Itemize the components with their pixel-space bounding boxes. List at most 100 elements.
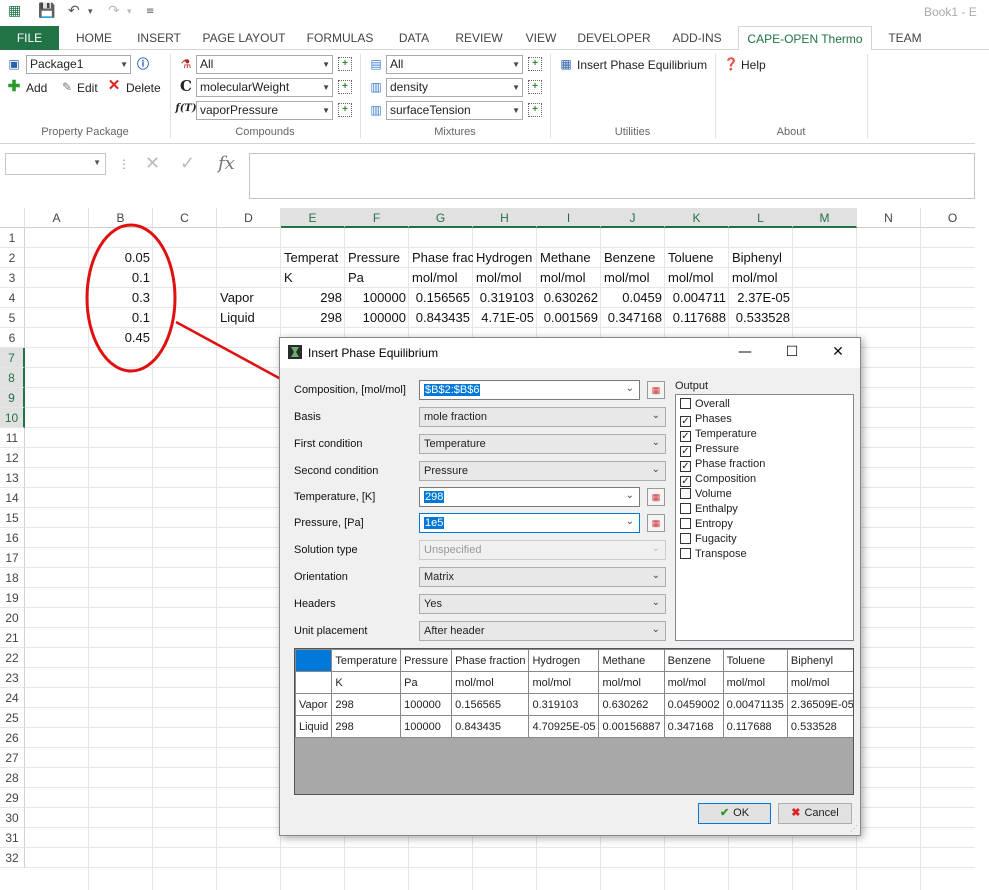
tab-team[interactable]: TEAM <box>878 26 932 50</box>
column-header[interactable]: J <box>601 208 665 228</box>
output-option[interactable]: Overall <box>680 397 730 412</box>
row-header[interactable]: 18 <box>0 568 25 588</box>
row-header[interactable]: 29 <box>0 788 25 808</box>
output-option[interactable]: Entropy <box>680 517 733 532</box>
mixture-filter-select[interactable]: All ▼ <box>386 55 523 74</box>
tab-page-layout[interactable]: PAGE LAYOUT <box>196 26 292 50</box>
cell-l5[interactable]: 0.533528 <box>729 308 793 328</box>
column-header[interactable]: H <box>473 208 537 228</box>
ok-button[interactable]: ✔ OK <box>698 803 771 824</box>
row-header[interactable]: 17 <box>0 548 25 568</box>
output-option[interactable]: ✓ Temperature <box>680 427 757 442</box>
column-header[interactable]: F <box>345 208 409 228</box>
cell-i4[interactable]: 0.630262 <box>537 288 601 308</box>
row-header[interactable]: 12 <box>0 448 25 468</box>
column-header[interactable]: O <box>921 208 975 228</box>
redo-dropdown-icon[interactable]: ▾ <box>127 7 132 17</box>
maximize-icon[interactable]: ☐ <box>782 342 802 362</box>
cell-j3[interactable]: mol/mol <box>601 268 665 288</box>
row-header[interactable]: 13 <box>0 468 25 488</box>
row-header[interactable]: 24 <box>0 688 25 708</box>
row-header[interactable]: 27 <box>0 748 25 768</box>
row-header[interactable]: 14 <box>0 488 25 508</box>
checkbox-unchecked-icon[interactable] <box>680 503 691 514</box>
name-box[interactable]: ▼ <box>5 153 106 175</box>
range-picker-icon[interactable]: ▦ <box>647 381 665 399</box>
tab-developer[interactable]: DEVELOPER <box>572 26 656 50</box>
column-header[interactable]: C <box>153 208 217 228</box>
row-header[interactable]: 2 <box>0 248 25 268</box>
tab-review[interactable]: REVIEW <box>448 26 510 50</box>
headers-select[interactable]: Yes ⌄ <box>419 594 666 614</box>
row-header[interactable]: 15 <box>0 508 25 528</box>
cell-b6[interactable]: 0.45 <box>89 328 153 348</box>
checkbox-unchecked-icon[interactable] <box>680 548 691 559</box>
row-header[interactable]: 26 <box>0 728 25 748</box>
column-header[interactable]: M <box>793 208 857 228</box>
undo-dropdown-icon[interactable]: ▾ <box>88 7 93 17</box>
cell-f5[interactable]: 100000 <box>345 308 409 328</box>
cancel-formula-icon[interactable]: ✕ <box>145 153 160 174</box>
cell-i5[interactable]: 0.001569 <box>537 308 601 328</box>
insert-mixture-function-icon[interactable]: + <box>528 103 542 117</box>
cell-j5[interactable]: 0.347168 <box>601 308 665 328</box>
tab-view[interactable]: VIEW <box>518 26 564 50</box>
cell-h5[interactable]: 4.71E-05 <box>473 308 537 328</box>
range-picker-icon[interactable]: ▦ <box>647 514 665 532</box>
cell-k4[interactable]: 0.004711 <box>665 288 729 308</box>
select-all-corner[interactable] <box>0 208 25 228</box>
output-option[interactable]: ✓ Pressure <box>680 442 739 457</box>
row-header[interactable]: 7 <box>0 348 25 368</box>
cell-k2[interactable]: Toluene <box>665 248 729 268</box>
output-option[interactable]: ✓ Phase fraction <box>680 457 765 472</box>
pressure-input[interactable]: 1e5 ⌄ <box>419 513 640 533</box>
output-option[interactable]: ✓ Phases <box>680 412 732 427</box>
edit-package-button[interactable]: Edit <box>77 81 98 95</box>
cell-g2[interactable]: Phase frac <box>409 248 473 268</box>
row-header[interactable]: 20 <box>0 608 25 628</box>
orientation-select[interactable]: Matrix ⌄ <box>419 567 666 587</box>
compound-filter-select[interactable]: All ▼ <box>196 55 333 74</box>
row-header[interactable]: 16 <box>0 528 25 548</box>
compound-constant-select[interactable]: molecularWeight ▼ <box>196 78 333 97</box>
column-header[interactable]: A <box>25 208 89 228</box>
cell-b2[interactable]: 0.05 <box>89 248 153 268</box>
cell-j4[interactable]: 0.0459 <box>601 288 665 308</box>
insert-phase-equilibrium-button[interactable]: Insert Phase Equilibrium <box>577 58 707 72</box>
checkbox-unchecked-icon[interactable] <box>680 488 691 499</box>
column-header[interactable]: G <box>409 208 473 228</box>
basis-select[interactable]: mole fraction ⌄ <box>419 407 666 427</box>
row-header[interactable]: 3 <box>0 268 25 288</box>
column-header[interactable]: D <box>217 208 281 228</box>
close-icon[interactable]: ✕ <box>828 342 848 362</box>
cell-b5[interactable]: 0.1 <box>89 308 153 328</box>
row-header[interactable]: 1 <box>0 228 25 248</box>
checkbox-unchecked-icon[interactable] <box>680 533 691 544</box>
cell-d5[interactable]: Liquid <box>217 308 281 328</box>
second-condition-select[interactable]: Pressure ⌄ <box>419 461 666 481</box>
row-header[interactable]: 11 <box>0 428 25 448</box>
column-header[interactable]: I <box>537 208 601 228</box>
row-header[interactable]: 9 <box>0 388 25 408</box>
output-option[interactable]: Fugacity <box>680 532 737 547</box>
tab-home[interactable]: HOME <box>66 26 122 50</box>
cell-e2[interactable]: Temperat <box>281 248 345 268</box>
cell-e3[interactable]: K <box>281 268 345 288</box>
insert-compound-constant-icon[interactable]: + <box>338 80 352 94</box>
output-option[interactable]: ✓ Composition <box>680 472 756 487</box>
cell-l4[interactable]: 2.37E-05 <box>729 288 793 308</box>
column-header[interactable]: K <box>665 208 729 228</box>
tab-add-ins[interactable]: ADD-INS <box>664 26 730 50</box>
resize-grip-icon[interactable]: ⋰ <box>850 824 858 833</box>
package-select[interactable]: Package1 ▼ <box>26 55 131 74</box>
cell-g5[interactable]: 0.843435 <box>409 308 473 328</box>
compound-function-select[interactable]: vaporPressure ▼ <box>196 101 333 120</box>
output-option[interactable]: Enthalpy <box>680 502 738 517</box>
composition-input[interactable]: $B$2:$B$6 ⌄ <box>419 380 640 400</box>
output-option[interactable]: Transpose <box>680 547 747 562</box>
row-header[interactable]: 21 <box>0 628 25 648</box>
row-header[interactable]: 6 <box>0 328 25 348</box>
insert-compound-filter-icon[interactable]: + <box>338 57 352 71</box>
insert-compound-function-icon[interactable]: + <box>338 103 352 117</box>
column-header[interactable]: B <box>89 208 153 228</box>
